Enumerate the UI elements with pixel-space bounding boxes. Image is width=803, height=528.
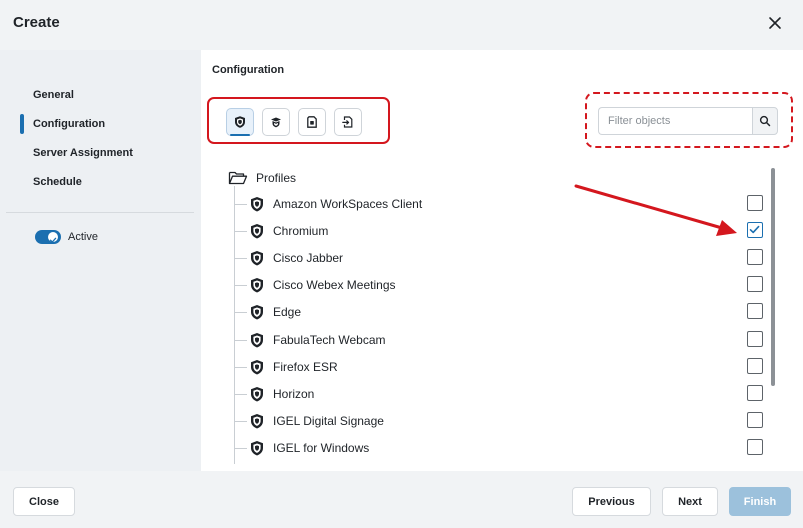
tree-item-checkbox[interactable] (747, 195, 763, 211)
active-toggle-label: Active (68, 231, 98, 243)
tree-item-checkbox[interactable] (747, 249, 763, 266)
tree-item-label: Chromium (273, 224, 329, 239)
tree-branch-line (234, 258, 247, 260)
previous-button[interactable]: Previous (572, 487, 651, 516)
sidebar-item-server-assignment[interactable]: Server Assignment (33, 147, 133, 159)
sidebar-divider (6, 212, 194, 213)
tree-item[interactable]: Chromium (234, 218, 766, 245)
dialog-header: Create (0, 0, 803, 50)
tree-item-checkbox[interactable] (747, 276, 763, 293)
tree-item-checkbox[interactable] (747, 330, 763, 347)
checkmark-icon (749, 225, 760, 234)
tree-item[interactable]: IGEL Digital Signage (234, 408, 766, 435)
tree-branch-line (234, 393, 247, 395)
sidebar-item-general[interactable]: General (33, 89, 74, 101)
tree-item-checkbox[interactable] (747, 438, 763, 455)
profile-icon (251, 332, 263, 347)
profile-icon (251, 359, 263, 375)
tree-item[interactable]: Cisco Jabber (234, 245, 766, 272)
tree-item-label: Cisco Webex Meetings (273, 278, 396, 293)
tree-branch-line (234, 204, 247, 205)
tree-item-checkbox[interactable] (747, 411, 763, 428)
object-type-device-files-button[interactable] (298, 108, 326, 136)
tree-branch-line (234, 339, 247, 341)
tree-branch-line (234, 285, 247, 287)
profile-icon (251, 440, 263, 456)
tree-item[interactable]: Horizon (234, 381, 766, 408)
search-icon (759, 115, 771, 127)
finish-button[interactable]: Finish (729, 487, 791, 516)
tree-item-checkbox[interactable] (747, 222, 763, 239)
tree-branch-line (234, 231, 247, 233)
tree-item[interactable]: FabulaTech Webcam (234, 327, 766, 354)
next-button[interactable]: Next (662, 487, 718, 516)
filter-search-button[interactable] (752, 107, 778, 135)
wizard-sidebar: General Configuration Server Assignment … (0, 50, 201, 471)
tree-item-checkbox[interactable] (747, 384, 763, 401)
close-button[interactable]: Close (13, 487, 75, 516)
filter-area (585, 92, 793, 148)
active-step-indicator (20, 114, 24, 134)
tree-item-label: IGEL for Windows (273, 440, 370, 455)
tree-item-label: Cisco Jabber (273, 251, 344, 266)
folder-open-icon (228, 171, 248, 185)
tree-branch-line (234, 312, 247, 314)
filter-objects-input[interactable] (598, 107, 752, 135)
tree-root-label: Profiles (256, 171, 297, 185)
configuration-panel: Configuration Filter objects Profiles Am… (201, 50, 803, 471)
page-title: Configuration (212, 64, 285, 76)
tree-scrollbar[interactable] (771, 168, 775, 386)
tree-item-checkbox[interactable] (747, 357, 763, 374)
tree-item[interactable]: Cisco Webex Meetings (234, 272, 766, 299)
tree-item[interactable]: Amazon WorkSpaces Client (234, 191, 766, 218)
tree-root-profiles[interactable]: Profiles (228, 170, 296, 186)
tree-item[interactable]: IGEL for Windows (234, 435, 766, 462)
object-type-profiles-button[interactable] (226, 108, 254, 136)
tree-item[interactable]: Firefox ESR (234, 354, 766, 381)
toggle-knob (48, 232, 58, 243)
dialog-footer: Close Previous Next Finish (0, 471, 803, 528)
tree-item-label: Amazon WorkSpaces Client (273, 197, 423, 211)
profile-icon (251, 251, 263, 266)
tree-item-label: Edge (273, 305, 302, 320)
object-type-files-button[interactable] (334, 108, 362, 136)
device-file-icon (307, 116, 317, 128)
tree-item-label: Firefox ESR (273, 359, 338, 374)
tree-item-label: FabulaTech Webcam (273, 332, 386, 347)
check-icon (49, 237, 57, 243)
object-type-templates-button[interactable] (262, 108, 290, 136)
tree-item-label: IGEL Digital Signage (273, 413, 384, 428)
tree-item[interactable]: Edge (234, 299, 766, 326)
file-link-icon (342, 116, 353, 128)
object-type-toolbar (207, 97, 390, 144)
graduation-shield-icon (271, 117, 281, 128)
profile-icon (251, 413, 263, 429)
close-icon[interactable] (766, 14, 784, 32)
tree-branch-line (234, 366, 247, 368)
profile-icon (251, 305, 263, 320)
profile-icon (251, 278, 263, 293)
sidebar-item-configuration[interactable]: Configuration (33, 118, 105, 130)
dialog-title: Create (13, 14, 60, 31)
active-toggle[interactable] (35, 230, 61, 244)
sidebar-item-schedule[interactable]: Schedule (33, 176, 82, 188)
profile-icon (251, 197, 263, 212)
profile-icon (251, 386, 263, 402)
tree-item-label: Horizon (273, 386, 315, 401)
profile-icon (235, 116, 245, 128)
tree-branch-line (234, 420, 247, 422)
profile-icon (251, 224, 263, 239)
tree-branch-line (234, 447, 247, 449)
tree-item-checkbox[interactable] (747, 303, 763, 320)
